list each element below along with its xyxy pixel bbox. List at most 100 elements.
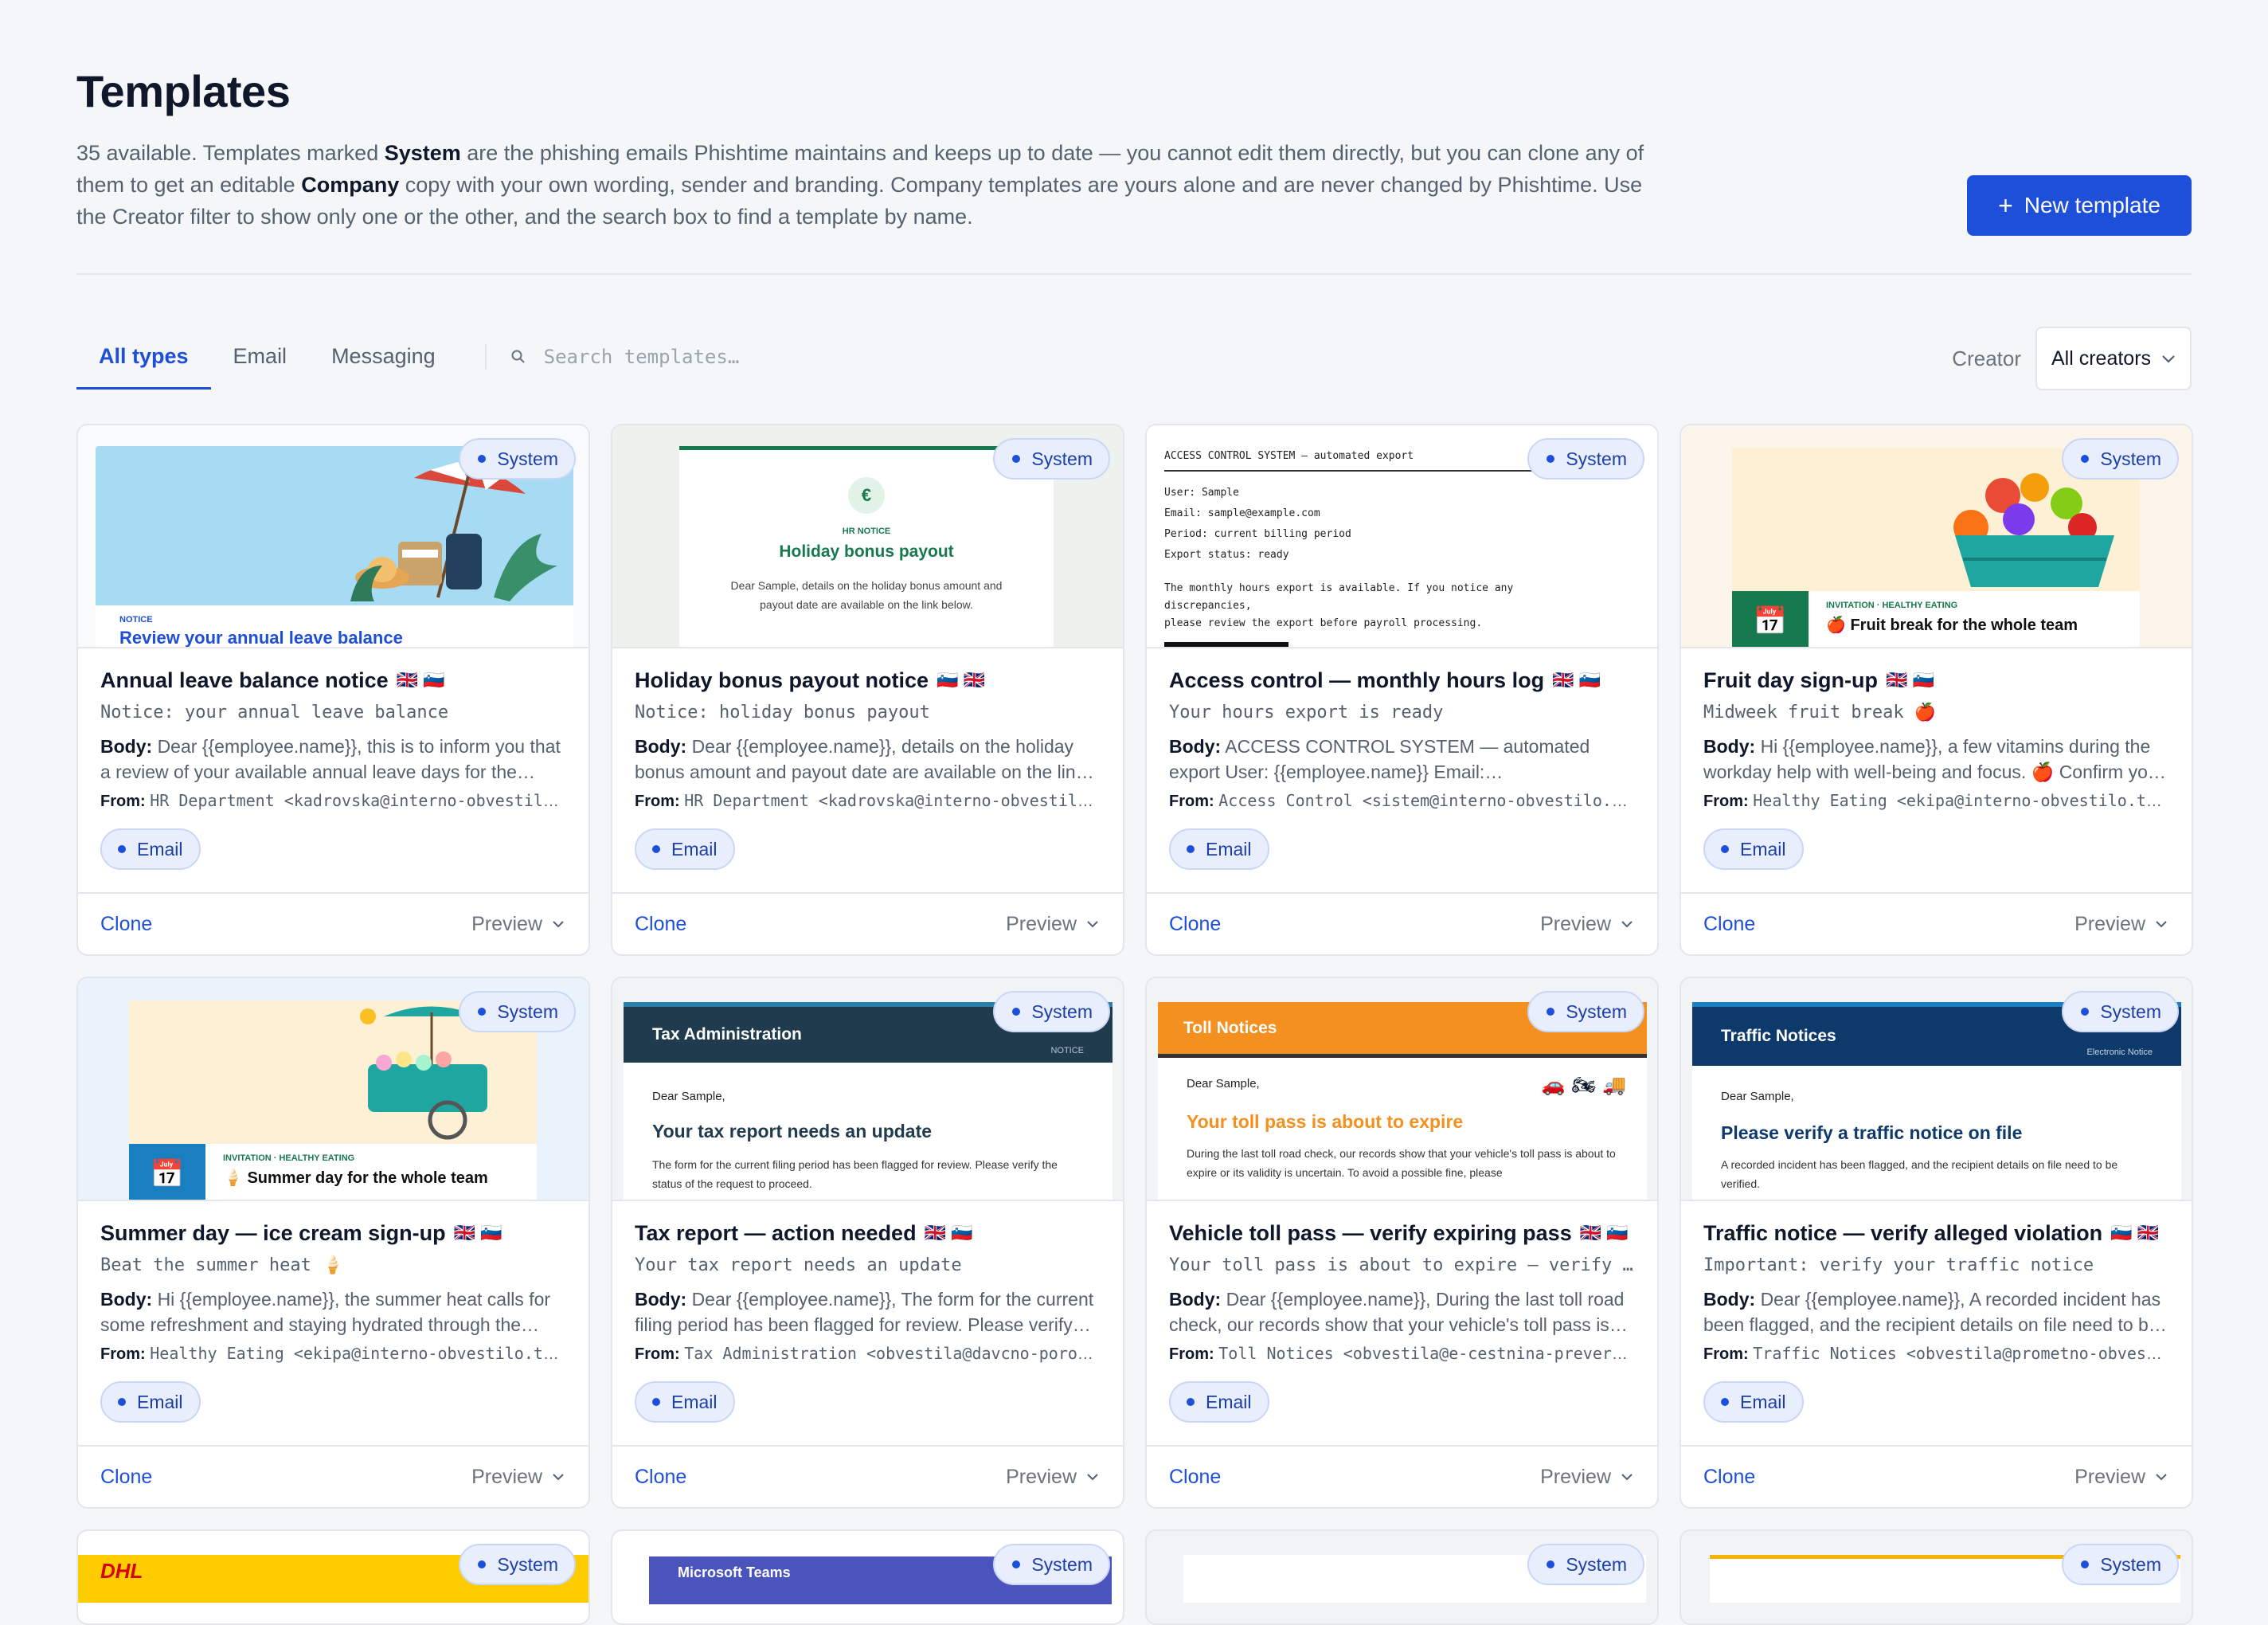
template-subject: Notice: holiday bonus payout <box>635 703 930 722</box>
language-flags: 🇬🇧 🇸🇮 <box>453 1223 502 1243</box>
dot-icon <box>652 845 660 853</box>
tab-email[interactable]: Email <box>211 325 310 390</box>
euro-icon: € <box>848 477 885 514</box>
thumb-label: INVITATION · HEALTHY EATING <box>223 1153 355 1163</box>
email-preview-thumbnail: 📅 INVITATION · HEALTHY EATING 🍦 Summer d… <box>78 978 589 1201</box>
search-placeholder: Search templates… <box>543 346 740 368</box>
chevron-down-icon <box>2156 921 2167 928</box>
chevron-down-icon <box>1087 921 1098 928</box>
language-flags: 🇬🇧 🇸🇮 <box>924 1223 973 1243</box>
clone-button[interactable]: Clone <box>100 1466 152 1489</box>
template-grid: NOTICE Review your annual leave balance … <box>76 424 2193 1625</box>
thumb-title: Review your annual leave balance <box>119 628 403 648</box>
template-card: € HR NOTICE Holiday bonus payout Dear Sa… <box>611 424 1124 956</box>
dot-icon <box>1187 1398 1195 1406</box>
email-type-badge: Email <box>635 1381 735 1423</box>
thumb-title: Holiday bonus payout <box>779 542 954 561</box>
system-badge: System <box>2062 1544 2179 1585</box>
dot-icon <box>2081 1560 2090 1568</box>
new-template-button[interactable]: + New template <box>1967 175 2192 236</box>
thumb-title: Your toll pass is about to expire <box>1187 1111 1464 1132</box>
thumb-title: 🍎 Fruit break for the whole team <box>1826 617 2078 634</box>
template-subject: Your tax report needs an update <box>635 1255 962 1275</box>
preview-toggle[interactable]: Preview <box>2074 1466 2169 1489</box>
thumb-text: A recorded incident has been flagged, an… <box>1721 1158 2118 1190</box>
email-type-badge: Email <box>1703 1381 1804 1423</box>
clone-button[interactable]: Clone <box>635 913 686 936</box>
system-badge: System <box>993 1544 1110 1585</box>
divider <box>76 273 2192 275</box>
card-footer: Clone Preview <box>1147 1445 1657 1507</box>
system-badge: System <box>459 1544 576 1585</box>
card-footer: Clone Preview <box>612 1445 1123 1507</box>
chevron-down-icon <box>2162 355 2175 363</box>
email-preview-thumbnail: Tax Administration NOTICE Dear Sample, Y… <box>612 978 1123 1201</box>
template-card: Tax Administration NOTICE Dear Sample, Y… <box>611 977 1124 1509</box>
template-title: Annual leave balance notice 🇬🇧 🇸🇮 <box>100 668 445 692</box>
email-preview-thumbnail: 📅 INVITATION · HEALTHY EATING 🍎 Fruit br… <box>1681 425 2192 648</box>
search-input[interactable]: Search templates… <box>510 346 740 368</box>
preview-toggle[interactable]: Preview <box>471 1466 566 1489</box>
email-type-badge: Email <box>1169 1381 1269 1423</box>
chevron-down-icon <box>2156 1474 2167 1481</box>
page-title: Templates <box>76 66 291 116</box>
email-type-badge: Email <box>100 828 201 870</box>
system-badge: System <box>1527 1544 1644 1585</box>
template-title: Vehicle toll pass — verify expiring pass… <box>1169 1220 1629 1245</box>
thumb-label: NOTICE <box>119 615 153 625</box>
chevron-down-icon <box>1621 921 1633 928</box>
tab-messaging[interactable]: Messaging <box>309 325 458 390</box>
divider <box>484 344 487 370</box>
clone-button[interactable]: Clone <box>100 913 152 936</box>
email-preview-thumbnail: Toll Notices Dear Sample, 🚗🏍🚚 Your toll … <box>1147 978 1657 1201</box>
language-flags: 🇬🇧 🇸🇮 <box>1552 670 1601 690</box>
system-badge: System <box>2062 438 2179 480</box>
preview-toggle[interactable]: Preview <box>1540 913 1635 936</box>
thumb-brand: Traffic Notices <box>1721 1027 1836 1045</box>
preview-toggle[interactable]: Preview <box>1006 1466 1101 1489</box>
clone-button[interactable]: Clone <box>1703 913 1755 936</box>
thumb-title: Please verify a traffic notice on file <box>1721 1122 2023 1143</box>
card-footer: Clone Preview <box>1681 1445 2192 1507</box>
template-from: From: Traffic Notices <obvestila@prometn… <box>1703 1344 2169 1363</box>
card-footer: Clone Preview <box>1147 892 1657 954</box>
card-footer: Clone Preview <box>1681 892 2192 954</box>
dot-icon <box>1547 1008 1555 1016</box>
chevron-down-icon <box>553 1474 564 1481</box>
clone-button[interactable]: Clone <box>1703 1466 1755 1489</box>
tab-all-types[interactable]: All types <box>76 325 211 390</box>
dot-icon <box>1547 455 1555 463</box>
thumb-text: The form for the current filing period h… <box>652 1158 1058 1190</box>
email-preview-thumbnail: Traffic Notices Electronic Notice Dear S… <box>1681 978 2192 1201</box>
preview-toggle[interactable]: Preview <box>2074 913 2169 936</box>
template-title: Traffic notice — verify alleged violatio… <box>1703 1220 2160 1245</box>
email-preview-thumbnail: ACCESS CONTROL SYSTEM — automated export… <box>1147 425 1657 648</box>
thumb-line: Email: sample@example.com <box>1164 507 1320 519</box>
system-badge: System <box>1527 991 1644 1032</box>
calendar-icon: 📅 <box>129 1144 205 1200</box>
system-badge: System <box>993 438 1110 480</box>
template-title: Summer day — ice cream sign-up 🇬🇧 🇸🇮 <box>100 1220 502 1245</box>
preview-toggle[interactable]: Preview <box>471 913 566 936</box>
card-footer: Clone Preview <box>612 892 1123 954</box>
dot-icon <box>1187 845 1195 853</box>
preview-toggle[interactable]: Preview <box>1006 913 1101 936</box>
template-title: Tax report — action needed 🇬🇧 🇸🇮 <box>635 1220 973 1245</box>
thumb-line: The monthly hours export is available. I… <box>1164 582 1514 612</box>
template-from: From: Access Control <sistem@interno-obv… <box>1169 791 1635 810</box>
calendar-icon: 📅 <box>1732 591 1809 647</box>
template-body: Body: Dear {{employee.name}}, The form f… <box>635 1289 1094 1335</box>
search-icon <box>511 350 525 363</box>
creator-select[interactable]: All creators <box>2035 327 2192 390</box>
thumb-line: please review the export before payroll … <box>1164 617 1483 629</box>
email-type-badge: Email <box>635 828 735 870</box>
template-from: From: Tax Administration <obvestila@davc… <box>635 1344 1101 1363</box>
clone-button[interactable]: Clone <box>1169 1466 1221 1489</box>
preview-toggle[interactable]: Preview <box>1540 1466 1635 1489</box>
email-type-badge: Email <box>1703 828 1804 870</box>
dot-icon <box>478 455 487 463</box>
thumb-title: Your tax report needs an update <box>652 1121 933 1141</box>
template-body: Body: Hi {{employee.name}}, the summer h… <box>100 1289 551 1335</box>
clone-button[interactable]: Clone <box>635 1466 686 1489</box>
clone-button[interactable]: Clone <box>1169 913 1221 936</box>
